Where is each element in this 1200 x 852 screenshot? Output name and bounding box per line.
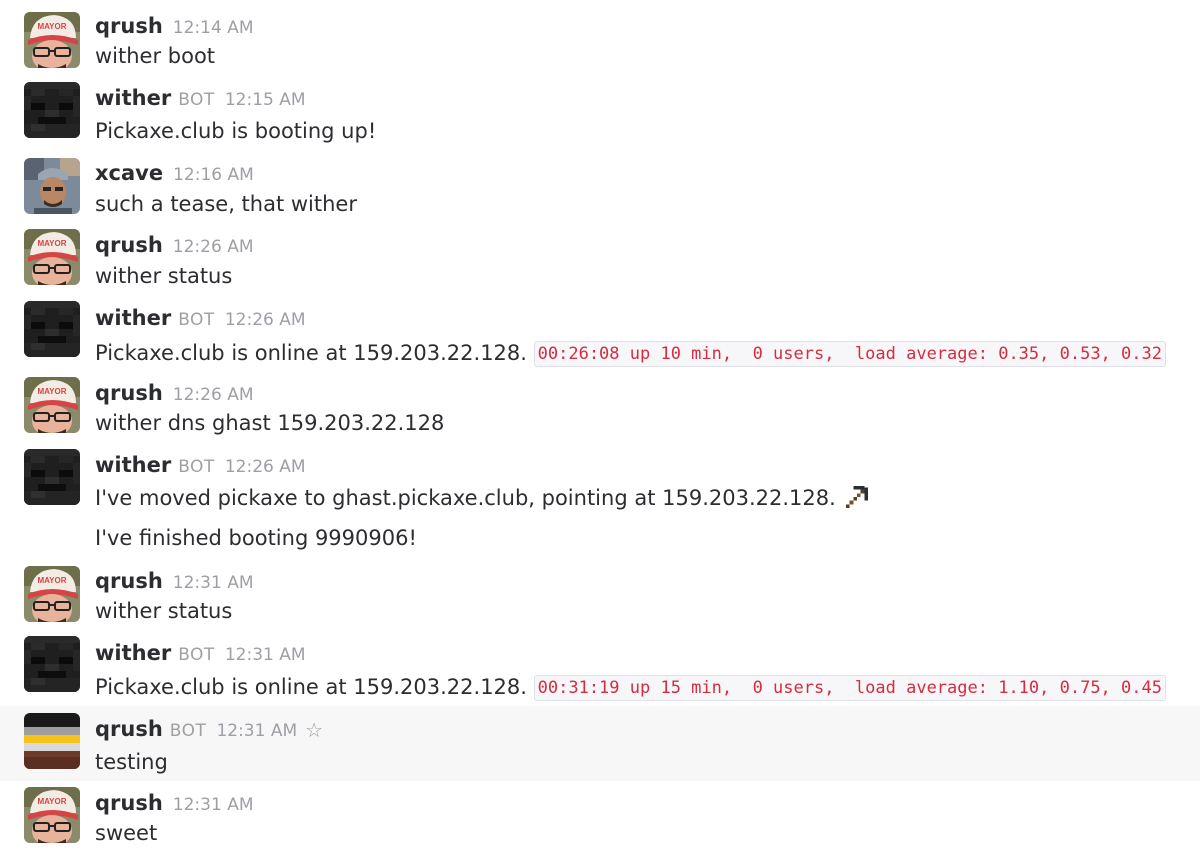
message-text: Pickaxe.club is online at 159.203.22.128… [95, 672, 1166, 703]
user-name[interactable]: qrush [95, 569, 163, 593]
user-name[interactable]: wither [95, 641, 171, 665]
message-text-plain: Pickaxe.club is online at 159.203.22.128… [95, 341, 527, 365]
message: wither BOT 12:26 AM I've moved pickaxe to … [0, 447, 1200, 562]
message-text-plain: I've moved pickaxe to ghast.pickaxe.club… [95, 486, 836, 510]
message-text: wither boot [95, 44, 216, 68]
timestamp[interactable]: 12:26 AM [173, 385, 254, 405]
wither-skull-avatar[interactable] [24, 82, 80, 138]
message-text: testing [95, 750, 168, 774]
user-name[interactable]: qrush [95, 14, 163, 38]
user-name[interactable]: qrush [95, 381, 163, 405]
message-text: I've moved pickaxe to ghast.pickaxe.club… [95, 483, 872, 513]
user-name[interactable]: wither [95, 306, 171, 330]
message: qrush 12:31 AM wither status [0, 562, 1200, 634]
message: wither BOT 12:26 AM Pickaxe.club is online… [0, 299, 1200, 373]
mayor-hat-avatar[interactable] [24, 12, 80, 68]
message-text-plain: Pickaxe.club is online at 159.203.22.128… [95, 675, 527, 699]
message-text: wither status [95, 264, 233, 288]
timestamp[interactable]: 12:26 AM [225, 310, 306, 330]
timestamp[interactable]: 12:16 AM [173, 165, 254, 185]
message: wither BOT 12:31 AM Pickaxe.club is online… [0, 634, 1200, 708]
user-name[interactable]: wither [95, 86, 171, 110]
timestamp[interactable]: 12:14 AM [173, 18, 254, 38]
user-name[interactable]: qrush [95, 233, 163, 257]
bot-badge: BOT [178, 90, 215, 110]
message-text: Pickaxe.club is online at 159.203.22.128… [95, 338, 1166, 369]
message: wither BOT 12:15 AM Pickaxe.club is bootin… [0, 82, 1200, 152]
striped-avatar[interactable] [24, 713, 80, 769]
message-text: sweet [95, 821, 158, 845]
wither-skull-avatar[interactable] [24, 636, 80, 692]
mayor-hat-avatar[interactable] [24, 377, 80, 433]
user-name[interactable]: wither [95, 453, 171, 477]
message: qrush 12:26 AM wither status [0, 227, 1200, 299]
message: xcave 12:16 AM such a tease, that wither [0, 152, 1200, 227]
mayor-hat-avatar[interactable] [24, 566, 80, 622]
message-text: wither status [95, 599, 233, 623]
timestamp[interactable]: 12:26 AM [225, 457, 306, 477]
pickaxe-emoji [842, 484, 872, 510]
message: qrush 12:14 AM wither boot [0, 0, 1200, 82]
message: qrush 12:26 AM wither dns ghast 159.203.2… [0, 373, 1200, 447]
wither-skull-avatar[interactable] [24, 449, 80, 505]
timestamp[interactable]: 12:31 AM [225, 645, 306, 665]
wither-skull-avatar[interactable] [24, 301, 80, 357]
inline-code: 00:26:08 up 10 min, 0 users, load averag… [533, 341, 1166, 367]
timestamp[interactable]: 12:31 AM [173, 795, 254, 815]
bot-badge: BOT [169, 721, 207, 741]
message-text: wither dns ghast 159.203.22.128 [95, 411, 445, 435]
mayor-hat-avatar[interactable] [24, 229, 80, 285]
inline-code: 00:31:19 up 15 min, 0 users, load averag… [533, 675, 1166, 701]
timestamp[interactable]: 12:26 AM [173, 237, 254, 257]
user-name[interactable]: xcave [95, 161, 163, 185]
bot-badge: BOT [178, 457, 215, 477]
message-text: I've finished booting 9990906! [95, 526, 417, 550]
message: qrush 12:31 AM sweet [0, 781, 1200, 852]
bot-badge: BOT [178, 310, 215, 330]
user-name[interactable]: qrush [95, 791, 163, 815]
message-highlighted[interactable]: qrush BOT 12:31 AM ☆ testing [0, 706, 1200, 781]
timestamp[interactable]: 12:31 AM [216, 721, 297, 741]
photo-avatar[interactable] [24, 158, 80, 214]
message-feed: qrush 12:14 AM wither boot wither BOT 12:15… [0, 0, 1200, 852]
timestamp[interactable]: 12:31 AM [173, 573, 254, 593]
mayor-hat-avatar[interactable] [24, 787, 80, 843]
message-text: such a tease, that wither [95, 192, 357, 216]
star-icon[interactable]: ☆ [305, 718, 323, 742]
bot-badge: BOT [178, 645, 215, 665]
user-name[interactable]: qrush [95, 717, 163, 741]
timestamp[interactable]: 12:15 AM [225, 90, 306, 110]
message-text: Pickaxe.club is booting up! [95, 119, 377, 143]
